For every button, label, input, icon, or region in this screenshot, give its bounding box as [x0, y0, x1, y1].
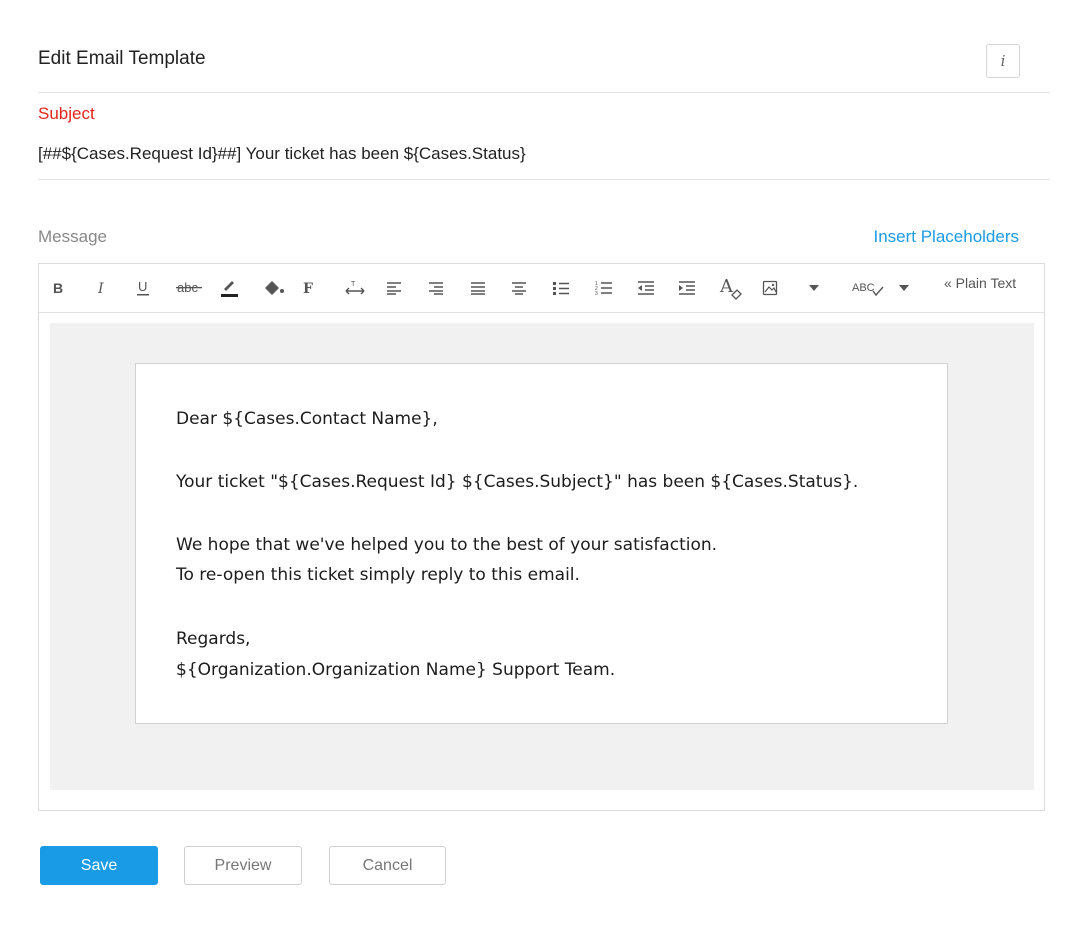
body-line-hope: We hope that we've helped you to the bes…	[176, 535, 718, 555]
body-line-reopen: To re-open this ticket simply reply to t…	[176, 565, 580, 585]
underline-button[interactable]: U	[129, 274, 157, 302]
plain-text-toggle[interactable]: « Plain Text	[944, 275, 1016, 291]
align-center-icon	[511, 281, 527, 295]
insert-image-button[interactable]	[756, 274, 784, 302]
justify-button[interactable]	[464, 274, 492, 302]
align-right-icon	[428, 281, 444, 295]
bold-icon: B	[50, 280, 66, 296]
svg-text:B: B	[53, 280, 63, 296]
body-line-greeting: Dear ${Cases.Contact Name},	[176, 409, 438, 429]
numbered-list-icon: 123	[595, 280, 613, 296]
align-left-button[interactable]	[380, 274, 408, 302]
body-line-signature: ${Organization.Organization Name} Suppor…	[176, 660, 616, 680]
font-button[interactable]: F	[295, 274, 323, 302]
image-icon	[762, 280, 778, 296]
align-left-icon	[386, 281, 402, 295]
editor-canvas: Dear ${Cases.Contact Name}, Your ticket …	[50, 323, 1034, 790]
subject-label: Subject	[38, 104, 95, 123]
svg-text:ABC: ABC	[852, 282, 875, 294]
svg-text:U: U	[138, 279, 147, 294]
bullet-list-button[interactable]	[547, 274, 575, 302]
italic-button[interactable]: I	[88, 274, 116, 302]
strikethrough-button[interactable]: abc	[175, 274, 203, 302]
chevron-down-icon	[898, 284, 910, 292]
clear-format-button[interactable]: A	[718, 274, 746, 302]
spellcheck-icon: ABC	[852, 279, 884, 297]
bullet-list-icon	[552, 281, 570, 295]
info-button[interactable]: i	[986, 44, 1020, 78]
spellcheck-button[interactable]: ABC	[851, 274, 885, 302]
background-color-icon	[262, 278, 286, 298]
body-line-regards: Regards,	[176, 629, 251, 649]
message-label: Message	[38, 227, 107, 246]
text-color-button[interactable]	[215, 274, 243, 302]
outdent-icon	[637, 281, 655, 295]
outdent-button[interactable]	[632, 274, 660, 302]
font-icon: F	[301, 280, 317, 296]
email-body[interactable]: Dear ${Cases.Contact Name}, Your ticket …	[135, 363, 948, 724]
editor-toolbar: B I U abc F T 1 2 3 A ABC « Plain Text	[39, 264, 1044, 313]
numbered-list-button[interactable]: 123	[590, 274, 618, 302]
page-header: Edit Email Template i	[38, 44, 1050, 93]
subject-field[interactable]: [##${Cases.Request Id}##] Your ticket ha…	[38, 144, 1050, 180]
line-height-icon: T	[344, 279, 366, 297]
save-button[interactable]: Save	[40, 846, 158, 885]
body-line-status: Your ticket "${Cases.Request Id} ${Cases…	[176, 472, 859, 492]
image-dropdown-button[interactable]	[800, 274, 828, 302]
align-center-button[interactable]	[505, 274, 533, 302]
preview-button[interactable]: Preview	[184, 846, 302, 885]
svg-text:I: I	[97, 281, 104, 296]
text-color-icon	[218, 277, 240, 299]
svg-text:A: A	[719, 276, 734, 297]
line-height-button[interactable]: T	[341, 274, 369, 302]
spellcheck-dropdown-button[interactable]	[890, 274, 918, 302]
indent-button[interactable]	[673, 274, 701, 302]
chevron-down-icon	[808, 284, 820, 292]
bold-button[interactable]: B	[44, 274, 72, 302]
strikethrough-icon: abc	[176, 280, 202, 296]
clear-format-icon: A	[719, 276, 745, 300]
justify-icon	[470, 281, 486, 295]
align-right-button[interactable]	[422, 274, 450, 302]
indent-icon	[678, 281, 696, 295]
svg-text:T: T	[351, 281, 356, 288]
italic-icon: I	[94, 280, 110, 296]
svg-text:F: F	[303, 281, 313, 296]
info-icon: i	[1000, 52, 1006, 70]
rich-text-editor: B I U abc F T 1 2 3 A ABC « Plain Text D…	[38, 263, 1045, 811]
background-color-button[interactable]	[260, 274, 288, 302]
svg-text:3: 3	[595, 291, 598, 296]
page-title: Edit Email Template	[38, 48, 206, 69]
underline-icon: U	[135, 279, 151, 297]
cancel-button[interactable]: Cancel	[329, 846, 446, 885]
insert-placeholders-link[interactable]: Insert Placeholders	[873, 227, 1019, 247]
